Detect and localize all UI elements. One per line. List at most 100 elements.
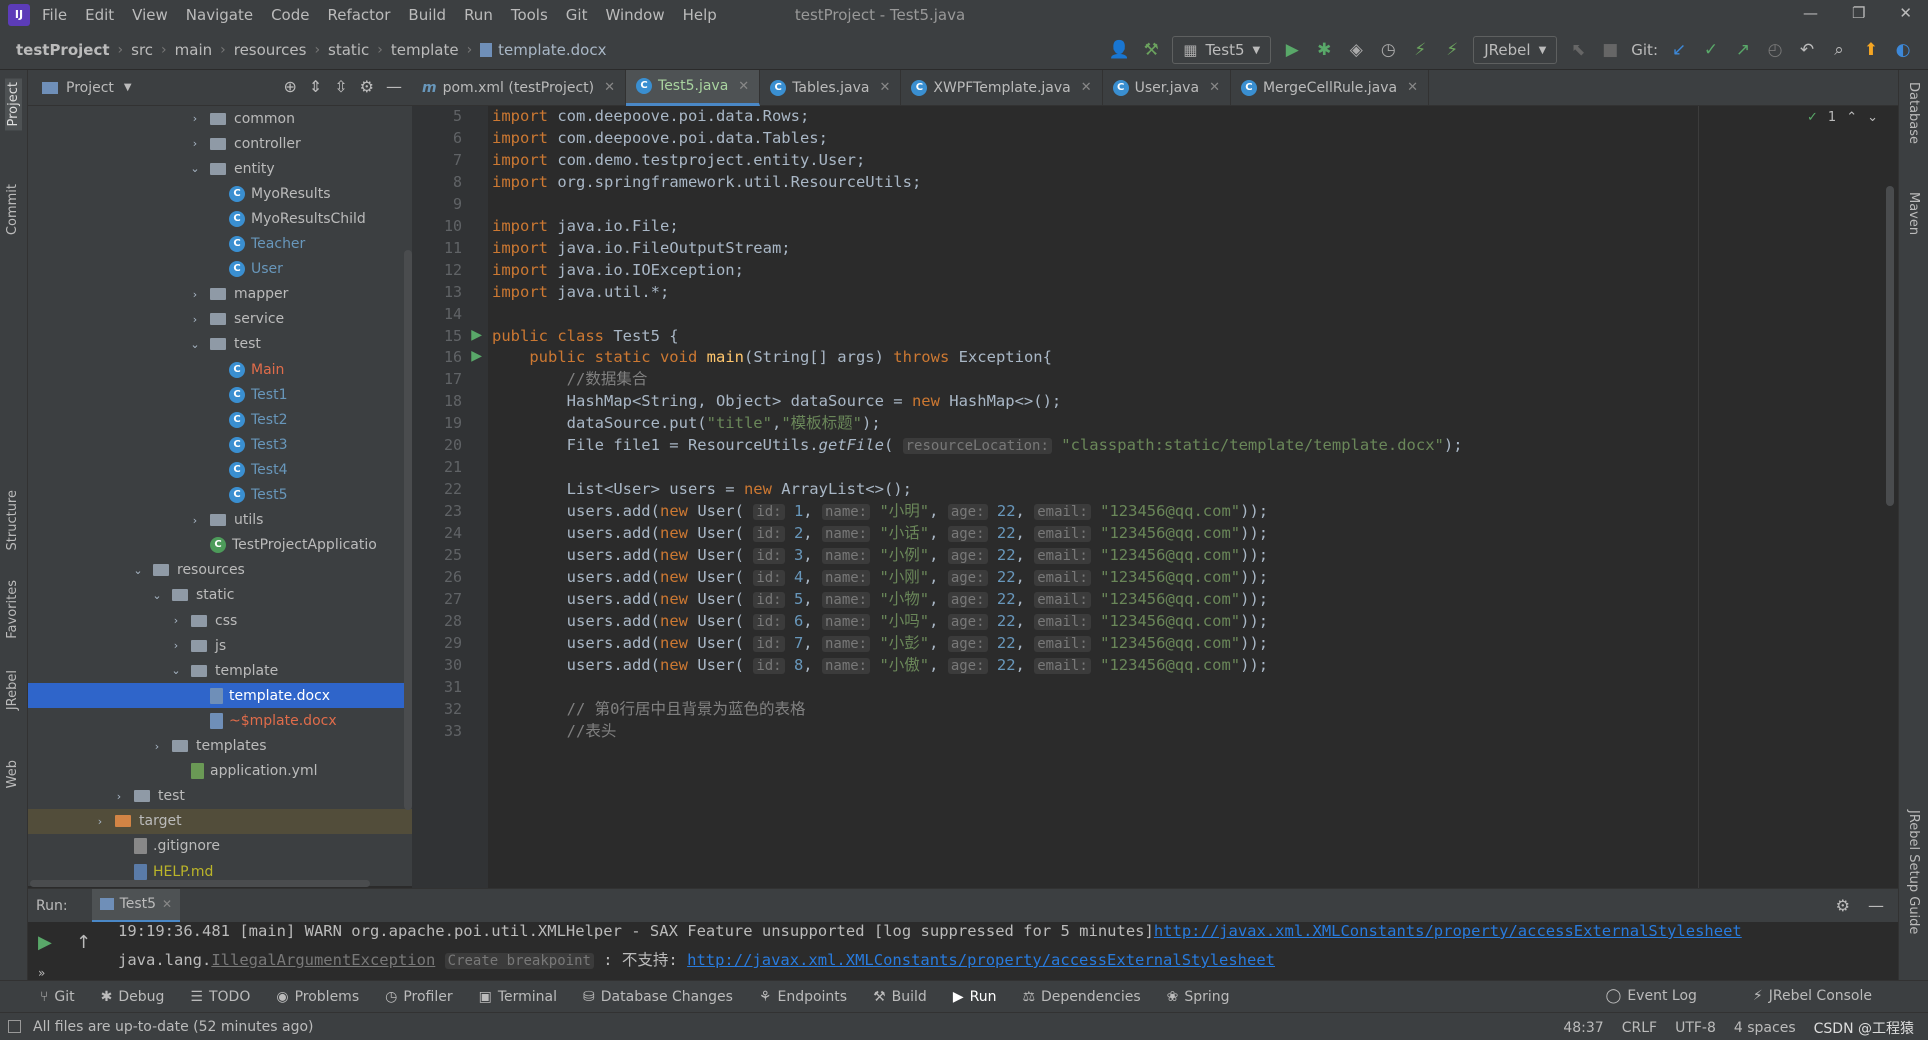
tool-git[interactable]: ⑂ Git	[40, 989, 75, 1005]
git-push-icon[interactable]: ↗	[1732, 39, 1754, 61]
close-window-icon[interactable]: ✕	[1899, 4, 1912, 22]
tool-profiler[interactable]: ◷ Profiler	[385, 989, 453, 1005]
chevron-down-icon[interactable]: ▼	[124, 82, 132, 93]
menu-file[interactable]: File	[42, 6, 67, 24]
favorites-tool-button[interactable]: Favorites	[5, 580, 20, 639]
update-icon[interactable]: ⬆	[1860, 39, 1882, 61]
tree-item[interactable]: ⌄ entity	[28, 156, 412, 181]
git-commit-icon[interactable]: ✓	[1700, 39, 1722, 61]
jrebel-setup-guide-button[interactable]: JRebel Setup Guide	[1906, 810, 1921, 934]
tree-item[interactable]: application.yml	[28, 759, 412, 784]
jrebel-select[interactable]: JRebel ▼	[1473, 36, 1558, 64]
intellij-logo-icon[interactable]: IJ	[8, 4, 30, 26]
create-breakpoint-hint[interactable]: Create breakpoint	[444, 953, 594, 969]
tree-item[interactable]: › css	[28, 608, 412, 633]
tool-problems[interactable]: ◉ Problems	[276, 989, 359, 1005]
file-encoding[interactable]: UTF-8	[1675, 1020, 1716, 1036]
run-gutter-icon[interactable]: ▶	[471, 348, 482, 364]
tree-item[interactable]: C Teacher	[28, 232, 412, 257]
web-tool-button[interactable]: Web	[5, 760, 20, 788]
hide-icon[interactable]: —	[1868, 896, 1884, 915]
run-icon[interactable]: ▶	[1281, 39, 1303, 61]
tree-item[interactable]: › utils	[28, 508, 412, 533]
editor-tab[interactable]: C Test5.java ✕	[626, 69, 761, 106]
tree-item[interactable]: › mapper	[28, 282, 412, 307]
close-tab-icon[interactable]: ✕	[1209, 80, 1220, 95]
chevron-down-icon[interactable]: ⌄	[150, 589, 164, 602]
chevron-down-icon[interactable]: ⌄	[169, 664, 183, 677]
tree-item[interactable]: › test	[28, 784, 412, 809]
tree-item[interactable]: ⌄ static	[28, 583, 412, 608]
more-icon[interactable]: »	[38, 966, 45, 980]
chevron-right-icon[interactable]: ›	[188, 112, 202, 125]
tree-item[interactable]: template.docx	[28, 683, 412, 709]
close-tab-icon[interactable]: ✕	[604, 80, 615, 95]
menu-view[interactable]: View	[132, 6, 168, 24]
exception-link[interactable]: IllegalArgumentException	[211, 951, 435, 969]
console-link-1[interactable]: http://javax.xml.XMLConstants/property/a…	[1154, 922, 1742, 940]
breadcrumb-item[interactable]: template.docx	[498, 41, 606, 59]
editor-tab[interactable]: C Tables.java ✕	[760, 69, 902, 106]
editor-tab[interactable]: C MergeCellRule.java ✕	[1231, 69, 1430, 106]
debug-icon[interactable]: ✱	[1313, 39, 1335, 61]
structure-tool-button[interactable]: Structure	[5, 490, 20, 550]
tree-item[interactable]: ~$mplate.docx	[28, 708, 412, 733]
editor-tab[interactable]: C User.java ✕	[1103, 69, 1231, 106]
tree-item[interactable]: C Test1	[28, 382, 412, 407]
jrebel-run-icon[interactable]: ⚡	[1409, 39, 1431, 61]
tree-item[interactable]: C TestProjectApplicatio	[28, 533, 412, 558]
hide-icon[interactable]: —	[386, 77, 402, 96]
menu-run[interactable]: Run	[464, 6, 493, 24]
run-gutter-icon[interactable]: ▶	[471, 327, 482, 343]
chevron-up-icon[interactable]: ⌃	[1846, 110, 1857, 125]
commit-tool-button[interactable]: Commit	[5, 184, 20, 235]
code-editor[interactable]: ✓ 1 ⌃ ⌄ import com.deepoove.poi.data.Row…	[488, 106, 1898, 888]
editor-scrollbar[interactable]	[1886, 186, 1894, 506]
git-history-icon[interactable]: ◴	[1764, 39, 1786, 61]
tree-item[interactable]: .gitignore	[28, 834, 412, 859]
status-panel-icon[interactable]	[8, 1020, 21, 1033]
tree-item[interactable]: C Test2	[28, 407, 412, 432]
menu-code[interactable]: Code	[271, 6, 309, 24]
tool-todo[interactable]: ☰ TODO	[190, 989, 250, 1005]
collapse-all-icon[interactable]: ⇳	[334, 77, 347, 96]
run-config-select[interactable]: ▦ Test5 ▼	[1172, 36, 1272, 64]
jrebel-debug-icon[interactable]: ⚡	[1441, 39, 1463, 61]
tree-item[interactable]: › service	[28, 307, 412, 332]
menu-tools[interactable]: Tools	[511, 6, 548, 24]
tree-hscrollbar[interactable]	[30, 880, 370, 887]
menu-refactor[interactable]: Refactor	[327, 6, 390, 24]
project-tool-button[interactable]: Project	[5, 78, 22, 131]
tree-item[interactable]: › controller	[28, 131, 412, 156]
tree-item[interactable]: ⌄ resources	[28, 558, 412, 583]
chevron-down-icon[interactable]: ⌄	[1867, 110, 1878, 125]
breadcrumb-item[interactable]: resources	[234, 41, 307, 59]
rollback-icon[interactable]: ↶	[1796, 39, 1818, 61]
tool-debug[interactable]: ✱ Debug	[101, 989, 165, 1005]
tree-item[interactable]: C MyoResults	[28, 181, 412, 206]
tool-dependencies[interactable]: ⚖ Dependencies	[1022, 989, 1140, 1005]
breadcrumb-item[interactable]: src	[131, 41, 153, 59]
build-hammer-icon[interactable]: ⚒	[1140, 39, 1162, 61]
gear-icon[interactable]: ⚙	[360, 77, 374, 96]
breadcrumb-item[interactable]: static	[328, 41, 369, 59]
chevron-right-icon[interactable]: ›	[188, 313, 202, 326]
jrebel-tool-button[interactable]: JRebel	[5, 670, 20, 710]
tree-item[interactable]: ⌄ test	[28, 332, 412, 357]
profiler-icon[interactable]: ◷	[1377, 39, 1399, 61]
database-tool-button[interactable]: Database	[1906, 82, 1921, 144]
inspection-widget[interactable]: ✓ 1 ⌃ ⌄	[1807, 110, 1878, 125]
tree-item[interactable]: C User	[28, 257, 412, 282]
chevron-right-icon[interactable]: ›	[169, 614, 183, 627]
tree-scrollbar[interactable]	[404, 250, 412, 810]
search-icon[interactable]: ⌕	[1828, 39, 1850, 61]
tool-build[interactable]: ⚒ Build	[873, 989, 927, 1005]
tree-item[interactable]: › target	[28, 808, 412, 834]
editor-tab[interactable]: m pom.xml (testProject) ✕	[412, 69, 627, 106]
expand-all-icon[interactable]: ⇕	[309, 77, 322, 96]
user-icon[interactable]: 👤	[1108, 39, 1130, 61]
close-tab-icon[interactable]: ✕	[879, 80, 890, 95]
restore-icon[interactable]: ❐	[1852, 4, 1865, 22]
minimize-icon[interactable]: —	[1803, 4, 1818, 22]
chevron-right-icon[interactable]: ›	[93, 815, 107, 828]
